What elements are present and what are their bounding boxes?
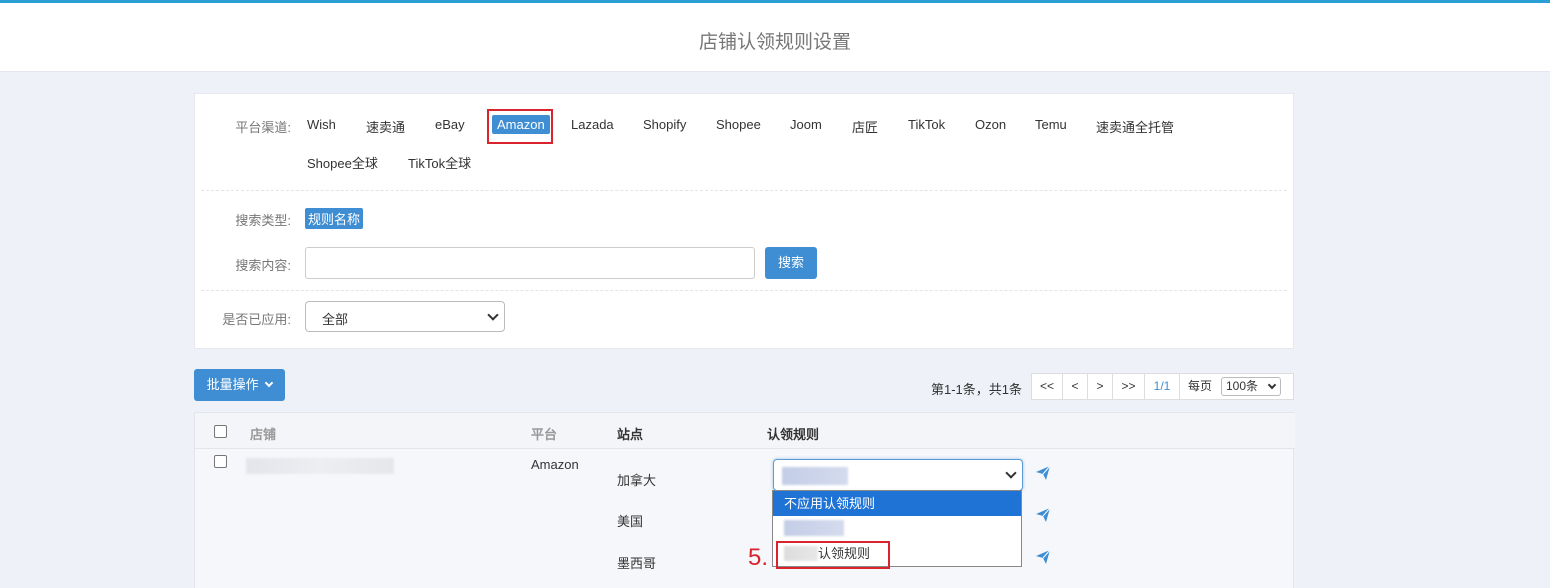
filter-panel: 平台渠道: Wish 速卖通 eBay Amazon Lazada Shopif… bbox=[194, 93, 1294, 349]
per-page-value: 100条 bbox=[1226, 379, 1259, 393]
page-current: 1/1 bbox=[1144, 373, 1180, 400]
bulk-actions-label: 批量操作 bbox=[206, 377, 259, 392]
option-name-redacted bbox=[784, 520, 844, 536]
page-title: 店铺认领规则设置 bbox=[698, 32, 851, 53]
per-page-label: 每页 bbox=[1188, 379, 1213, 393]
option-no-rule[interactable]: 不应用认领规则 bbox=[773, 491, 1021, 516]
platform-label: 平台渠道: bbox=[235, 120, 291, 135]
search-button[interactable]: 搜索 bbox=[765, 247, 817, 279]
site-usa: 美国 bbox=[617, 514, 644, 529]
platform-tiktok[interactable]: TikTok bbox=[903, 115, 950, 134]
applied-select-value: 全部 bbox=[322, 312, 349, 327]
header-rule: 认领规则 bbox=[767, 427, 820, 442]
header-shop: 店铺 bbox=[250, 427, 277, 442]
platform-shopify[interactable]: Shopify bbox=[638, 115, 691, 134]
platform-aliexpress-managed[interactable]: 速卖通全托管 bbox=[1091, 115, 1179, 138]
top-bar: 店铺认领规则设置 bbox=[0, 0, 1550, 72]
per-page-group: 每页 100条 bbox=[1179, 373, 1294, 400]
page-next-button[interactable]: > bbox=[1087, 373, 1113, 400]
platform-wish[interactable]: Wish bbox=[302, 115, 341, 134]
site-canada: 加拿大 bbox=[617, 473, 657, 488]
chevron-down-icon bbox=[265, 378, 274, 388]
platform-lazada[interactable]: Lazada bbox=[566, 115, 619, 134]
chevron-down-icon bbox=[487, 308, 499, 321]
platform-temu[interactable]: Temu bbox=[1030, 115, 1072, 134]
divider bbox=[201, 190, 1287, 191]
rule-select-canada[interactable] bbox=[773, 459, 1023, 491]
paper-plane-icon[interactable] bbox=[1035, 507, 1051, 523]
rules-table: 店铺 平台 站点 认领规则 Amazon 加拿大 美国 墨西哥 bbox=[194, 412, 1295, 588]
paper-plane-icon[interactable] bbox=[1035, 549, 1051, 565]
shop-name-redacted bbox=[246, 458, 394, 474]
platform-tiktok-global[interactable]: TikTok全球 bbox=[403, 151, 476, 174]
select-all-checkbox[interactable] bbox=[214, 425, 227, 438]
search-type-label: 搜索类型: bbox=[235, 213, 291, 228]
platform-joom[interactable]: Joom bbox=[785, 115, 827, 134]
search-content-label: 搜索内容: bbox=[235, 258, 291, 273]
highlight-box-amazon bbox=[487, 109, 553, 144]
platform-aliexpress[interactable]: 速卖通 bbox=[361, 115, 410, 138]
page-first-button[interactable]: << bbox=[1031, 373, 1063, 400]
applied-select[interactable]: 全部 bbox=[305, 301, 505, 332]
selected-rule-redacted bbox=[782, 467, 848, 485]
platform-shoplazza[interactable]: 店匠 bbox=[847, 115, 883, 138]
bulk-actions-button[interactable]: 批量操作 bbox=[194, 369, 285, 401]
page-prev-button[interactable]: < bbox=[1062, 373, 1088, 400]
platform-shopee[interactable]: Shopee bbox=[711, 115, 766, 134]
row-checkbox[interactable] bbox=[214, 455, 227, 468]
platform-shopee-global[interactable]: Shopee全球 bbox=[302, 151, 383, 174]
header-site: 站点 bbox=[617, 427, 644, 442]
per-page-select[interactable]: 100条 bbox=[1221, 377, 1281, 396]
applied-label: 是否已应用: bbox=[222, 312, 291, 327]
header-platform: 平台 bbox=[531, 427, 558, 442]
platform-ozon[interactable]: Ozon bbox=[970, 115, 1011, 134]
pagination-info: 第1-1条，共1条 bbox=[931, 382, 1023, 397]
step-number-annotation: 5. bbox=[748, 544, 769, 571]
search-input[interactable] bbox=[305, 247, 755, 279]
search-type-rule-name[interactable]: 规则名称 bbox=[305, 208, 364, 229]
paper-plane-icon[interactable] bbox=[1035, 465, 1051, 481]
table-header: 店铺 平台 站点 认领规则 bbox=[195, 413, 1295, 449]
divider bbox=[201, 290, 1287, 291]
platform-ebay[interactable]: eBay bbox=[430, 115, 470, 134]
chevron-down-icon bbox=[1267, 380, 1277, 389]
page-last-button[interactable]: >> bbox=[1112, 373, 1145, 400]
row-platform: Amazon bbox=[531, 457, 579, 472]
site-mexico: 墨西哥 bbox=[617, 556, 657, 571]
option-redacted-rule[interactable] bbox=[773, 516, 1021, 541]
highlight-box-claim-rule bbox=[776, 541, 890, 569]
chevron-down-icon bbox=[1005, 467, 1017, 479]
